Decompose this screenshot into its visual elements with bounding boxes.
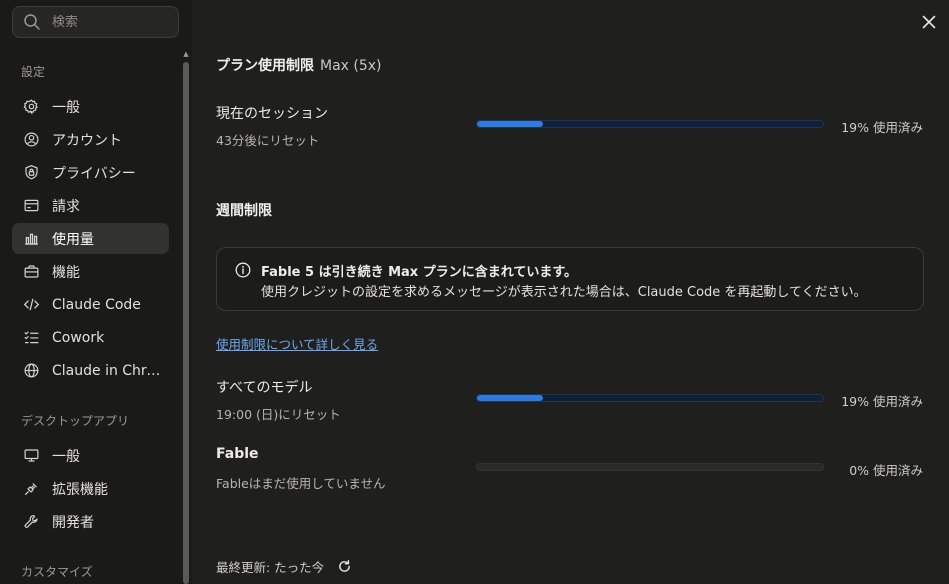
info-notice: Fable 5 は引き続き Max プランに含まれています。 使用クレジットの設… bbox=[216, 247, 924, 311]
learn-more-link[interactable]: 使用制限について詳しく見る bbox=[216, 334, 378, 353]
plan-usage-title: プラン使用制限 bbox=[216, 58, 314, 74]
plan-usage-heading: プラン使用制限 Max (5x) bbox=[216, 55, 382, 75]
sidebar-item-label: Claude Code bbox=[52, 296, 141, 313]
fable-title: Fable bbox=[216, 446, 259, 462]
all-models-percent-text: 19% 使用済み bbox=[841, 394, 923, 409]
settings-section-label: 設定 bbox=[21, 65, 46, 79]
sidebar-item-label: 機能 bbox=[52, 264, 80, 281]
session-reset-text: 43分後にリセット bbox=[216, 133, 320, 148]
sidebar-scrollbar[interactable]: ▲ bbox=[182, 50, 190, 584]
search-icon bbox=[22, 12, 42, 32]
fable-percent-text: 0% 使用済み bbox=[849, 463, 923, 478]
sidebar-item-label: 一般 bbox=[52, 99, 80, 116]
credit-card-icon bbox=[22, 197, 40, 215]
weekly-limits-heading: 週間制限 bbox=[216, 203, 272, 219]
monitor-icon bbox=[22, 447, 40, 465]
sidebar-item-cowork[interactable]: Cowork bbox=[12, 322, 169, 353]
all-models-progress-bar bbox=[476, 394, 824, 402]
gear-icon bbox=[22, 98, 40, 116]
globe-icon bbox=[22, 362, 40, 380]
sidebar-item-account[interactable]: アカウント bbox=[12, 124, 169, 155]
notice-title: Fable 5 は引き続き Max プランに含まれています。 bbox=[261, 265, 578, 280]
sidebar-item-label: アカウント bbox=[52, 132, 122, 149]
sidebar-item-label: 一般 bbox=[52, 448, 80, 465]
session-title: 現在のセッション bbox=[216, 106, 328, 122]
close-icon bbox=[922, 15, 936, 29]
plug-icon bbox=[22, 480, 40, 498]
last-updated: 最終更新: たった今 bbox=[216, 557, 352, 576]
sidebar-item-label: プライバシー bbox=[52, 165, 136, 182]
close-button[interactable] bbox=[919, 12, 939, 32]
sidebar-item-desktop-general[interactable]: 一般 bbox=[12, 440, 169, 471]
sidebar-item-label: 拡張機能 bbox=[52, 481, 108, 498]
last-updated-text: 最終更新: たった今 bbox=[216, 560, 325, 575]
all-models-reset-text: 19:00 (日)にリセット bbox=[216, 407, 341, 422]
sidebar-item-label: 使用量 bbox=[52, 231, 94, 248]
notice-body: 使用クレジットの設定を求めるメッセージが表示された場合は、Claude Code… bbox=[261, 285, 867, 300]
refresh-button[interactable] bbox=[336, 559, 352, 575]
usage-panel: プラン使用制限 Max (5x) 現在のセッション 43分後にリセット 19% 使… bbox=[192, 0, 949, 584]
sidebar: 設定 一般 アカウント プライバシー 請求 使用量 機能 bbox=[0, 0, 192, 584]
sidebar-item-extensions[interactable]: 拡張機能 bbox=[12, 473, 169, 504]
scroll-up-arrow-icon[interactable]: ▲ bbox=[182, 50, 190, 58]
sidebar-item-claude-code[interactable]: Claude Code bbox=[12, 289, 169, 320]
customize-section-label: カスタマイズ bbox=[21, 565, 93, 579]
session-progress-bar bbox=[476, 120, 824, 128]
fable-status-text: Fableはまだ使用していません bbox=[216, 476, 386, 491]
sidebar-item-general[interactable]: 一般 bbox=[12, 91, 169, 122]
sidebar-item-privacy[interactable]: プライバシー bbox=[12, 157, 169, 188]
sidebar-item-usage[interactable]: 使用量 bbox=[12, 223, 169, 254]
scrollbar-thumb[interactable] bbox=[183, 62, 189, 584]
search-box[interactable] bbox=[12, 6, 179, 38]
code-icon bbox=[22, 296, 40, 314]
bar-chart-icon bbox=[22, 230, 40, 248]
briefcase-icon bbox=[22, 263, 40, 281]
info-icon bbox=[235, 262, 251, 278]
wrench-icon bbox=[22, 513, 40, 531]
fable-progress-bar bbox=[476, 463, 824, 471]
shield-lock-icon bbox=[22, 164, 40, 182]
desktop-section-label: デスクトップアプリ bbox=[21, 414, 130, 428]
search-input[interactable] bbox=[52, 14, 172, 30]
user-circle-icon bbox=[22, 131, 40, 149]
sidebar-item-claude-in-chrome[interactable]: Claude in Chrome bbox=[12, 355, 169, 386]
sidebar-item-features[interactable]: 機能 bbox=[12, 256, 169, 287]
all-models-title: すべてのモデル bbox=[216, 380, 313, 396]
sidebar-item-label: 請求 bbox=[52, 198, 80, 215]
sidebar-item-billing[interactable]: 請求 bbox=[12, 190, 169, 221]
sidebar-item-label: Cowork bbox=[52, 329, 105, 346]
session-percent-text: 19% 使用済み bbox=[841, 120, 923, 135]
sidebar-item-developer[interactable]: 開発者 bbox=[12, 506, 169, 537]
plan-name: Max (5x) bbox=[320, 58, 382, 74]
sidebar-item-label: Claude in Chrome bbox=[52, 362, 162, 379]
all-models-progress-fill bbox=[477, 395, 543, 401]
checklist-icon bbox=[22, 329, 40, 347]
sidebar-item-label: 開発者 bbox=[52, 514, 94, 531]
session-progress-fill bbox=[477, 121, 543, 127]
refresh-icon bbox=[338, 559, 350, 572]
